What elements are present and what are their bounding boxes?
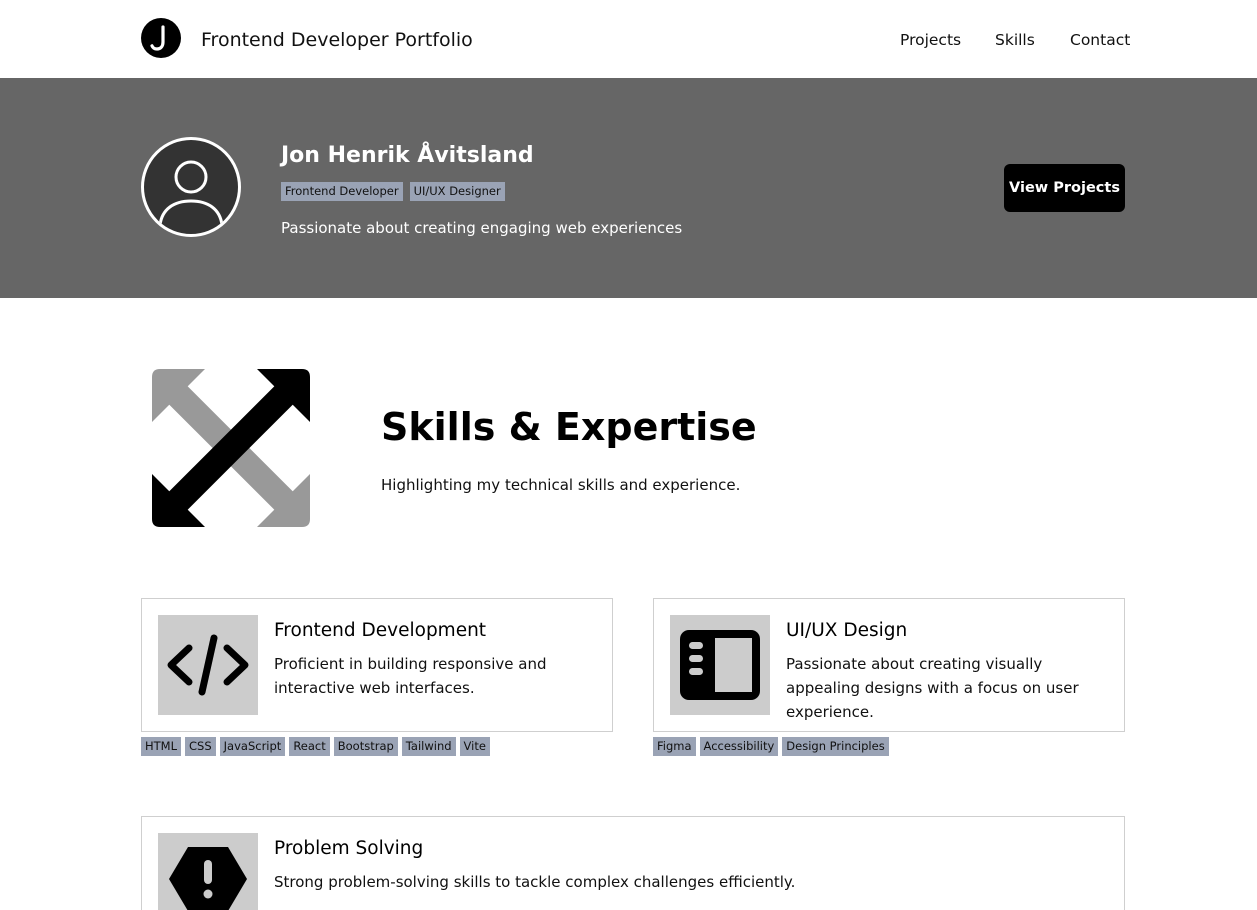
skill-card-uiux: UI/UX Design Passionate about creating v…: [653, 598, 1125, 732]
nav-projects-link[interactable]: Projects: [900, 30, 961, 50]
hero-tag: Frontend Developer: [281, 182, 403, 201]
card-description: Proficient in building responsive and in…: [274, 655, 547, 697]
card-description: Passionate about creating visually appea…: [786, 655, 1079, 721]
card-title: UI/UX Design: [786, 620, 908, 641]
skill-tag: JavaScript: [219, 737, 286, 756]
skill-tag: Bootstrap: [333, 737, 398, 756]
skill-tag: Design Principles: [782, 737, 889, 756]
view-projects-button[interactable]: View Projects: [1004, 164, 1125, 212]
skill-tag: Figma: [653, 737, 696, 756]
site-title[interactable]: Frontend Developer Portfolio: [201, 28, 473, 52]
skill-tag: Accessibility: [699, 737, 779, 756]
card-title: Frontend Development: [274, 620, 487, 641]
hero-name: Jon Henrik Åvitsland: [281, 143, 534, 168]
nav-skills-link[interactable]: Skills: [995, 30, 1035, 50]
expand-arrows-icon: [150, 367, 312, 533]
skill-tag: React: [289, 737, 330, 756]
skill-card-frontend: Frontend Development Proficient in build…: [141, 598, 613, 732]
hero-tags: Frontend Developer UI/UX Designer: [281, 182, 505, 201]
skills-subtitle: Highlighting my technical skills and exp…: [381, 476, 741, 494]
code-icon: [158, 615, 258, 715]
hero-section: Jon Henrik Åvitsland Frontend Developer …: [0, 78, 1257, 298]
skill-tag: Tailwind: [401, 737, 456, 756]
hero-tagline: Passionate about creating engaging web e…: [281, 219, 683, 237]
hero-tag: UI/UX Designer: [409, 182, 505, 201]
uiux-tags: Figma Accessibility Design Principles: [653, 737, 889, 756]
frontend-tags: HTML CSS JavaScript React Bootstrap Tail…: [141, 737, 490, 756]
skill-tag: HTML: [141, 737, 182, 756]
sidebar-layout-icon: [670, 615, 770, 715]
nav-contact-link[interactable]: Contact: [1070, 30, 1130, 50]
skill-tag: CSS: [185, 737, 216, 756]
card-title: Problem Solving: [274, 838, 424, 859]
avatar-user-icon: [141, 137, 241, 237]
alert-octagon-icon: [158, 833, 258, 910]
card-description: Strong problem-solving skills to tackle …: [274, 873, 796, 891]
skill-card-problem-solving: Problem Solving Strong problem-solving s…: [141, 816, 1125, 910]
top-navbar: Frontend Developer Portfolio Projects Sk…: [0, 0, 1257, 78]
skill-tag: Vite: [459, 737, 490, 756]
logo-j-icon[interactable]: [141, 18, 181, 58]
skills-title: Skills & Expertise: [381, 405, 757, 449]
